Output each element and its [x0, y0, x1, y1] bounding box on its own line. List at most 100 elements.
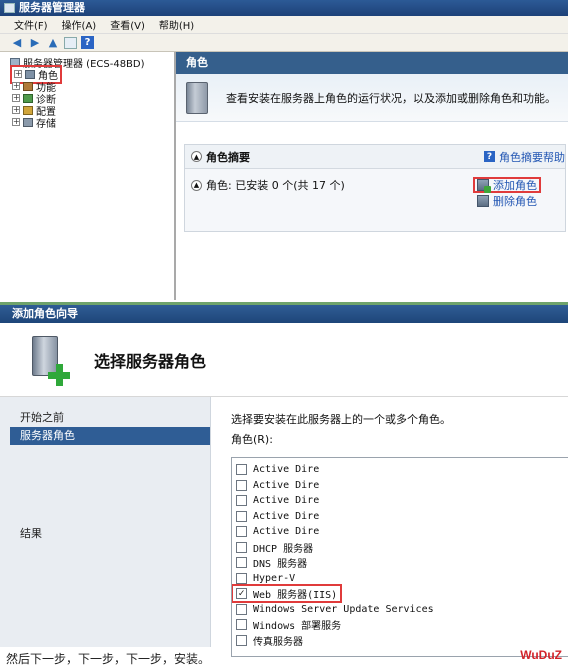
role-item[interactable]: DNS 服务器: [236, 555, 568, 571]
role-checkbox[interactable]: [236, 526, 247, 538]
panel-description: 查看安装在服务器上角色的运行状况，以及添加或删除角色和功能。: [176, 74, 568, 122]
role-label: Hyper-V: [253, 572, 296, 584]
server-manager-app-icon: [4, 3, 15, 13]
collapse-icon[interactable]: ▲: [191, 151, 202, 162]
step-results[interactable]: 结果: [20, 525, 210, 543]
role-item[interactable]: Active Dire: [236, 478, 568, 494]
role-item[interactable]: Active Dire: [236, 509, 568, 525]
toolbar: ◀ ▶ ▲ ?: [0, 34, 568, 52]
help-link-label: 角色摘要帮助: [499, 150, 565, 164]
role-checkbox[interactable]: [236, 557, 247, 569]
role-label: Active Dire: [253, 464, 320, 476]
iis-highlight-box: ✓ Web 服务器(IIS): [232, 584, 343, 604]
role-item[interactable]: Active Dire: [236, 493, 568, 509]
role-label: DHCP 服务器: [253, 543, 314, 555]
menu-help[interactable]: 帮助(H): [159, 17, 194, 32]
wizard-banner: 选择服务器角色: [0, 323, 568, 397]
roles-panel: 角色 查看安装在服务器上角色的运行状况，以及添加或删除角色和功能。 ▲ 角色摘要…: [176, 52, 568, 300]
console-tree-icon[interactable]: [64, 36, 77, 49]
panel-title: 角色: [176, 52, 568, 74]
step-placeholder: [20, 485, 210, 525]
role-checkbox[interactable]: [236, 510, 247, 522]
role-checkbox[interactable]: [236, 603, 247, 615]
wizard-heading: 选择服务器角色: [94, 351, 207, 371]
role-item[interactable]: 传真服务器: [236, 633, 568, 649]
back-icon[interactable]: ◀: [10, 36, 24, 50]
description-text: 查看安装在服务器上角色的运行状况，以及添加或删除角色和功能。: [226, 91, 556, 105]
role-label: Active Dire: [253, 479, 320, 491]
brand-logo: WuDuZ: [520, 648, 562, 662]
roles-checklist: Active Dire Active Dire Active Dire Acti…: [231, 457, 568, 657]
expand-icon[interactable]: +: [12, 106, 20, 114]
role-label: Web 服务器(IIS): [253, 590, 338, 602]
help-icon: ?: [484, 151, 495, 162]
expand-icon[interactable]: +: [12, 118, 20, 126]
role-item[interactable]: Active Dire: [236, 462, 568, 478]
role-label: 传真服务器: [253, 636, 303, 648]
roles-count-text: 角色: 已安装 0 个(共 17 个): [206, 179, 345, 192]
role-checkbox[interactable]: [236, 541, 247, 553]
features-icon: [23, 81, 33, 91]
menu-action[interactable]: 操作(A): [62, 17, 97, 32]
help-icon[interactable]: ?: [81, 36, 94, 49]
diagnostics-icon: [23, 93, 33, 103]
summary-title: 角色摘要: [206, 150, 250, 164]
expand-icon[interactable]: +: [12, 94, 20, 102]
role-label: Active Dire: [253, 495, 320, 507]
role-item-web-server-iis[interactable]: ✓ Web 服务器(IIS): [232, 584, 568, 604]
remove-role-icon: [477, 195, 489, 207]
role-item[interactable]: DHCP 服务器: [236, 540, 568, 556]
caption-text: 然后下一步，下一步，下一步，安装。: [6, 652, 211, 666]
server-icon: [186, 81, 208, 114]
step-server-roles[interactable]: 服务器角色: [10, 427, 210, 445]
role-label: Active Dire: [253, 526, 320, 538]
roles-summary-help-link[interactable]: ? 角色摘要帮助: [484, 149, 565, 165]
role-checkbox[interactable]: [236, 464, 247, 476]
configuration-icon: [23, 105, 33, 115]
role-checkbox[interactable]: [236, 634, 247, 646]
menu-view[interactable]: 查看(V): [110, 17, 145, 32]
menu-file[interactable]: 文件(F): [14, 17, 48, 32]
roles-label: 角色(R):: [231, 433, 273, 446]
add-server-role-icon: [28, 334, 72, 386]
storage-icon: [23, 117, 33, 127]
tree-item-storage[interactable]: + 存储: [10, 116, 174, 130]
wizard-title: 添加角色向导: [0, 305, 568, 323]
roles-summary-section: ▲ 角色摘要 ? 角色摘要帮助 ▲ 角色: 已安装 0 个(共 17 个) 添加…: [184, 144, 566, 232]
remove-roles-link[interactable]: 删除角色: [477, 193, 541, 209]
role-item[interactable]: Windows 部署服务: [236, 617, 568, 633]
add-roles-link[interactable]: 添加角色: [473, 177, 541, 193]
tree-item-diagnostics[interactable]: + 诊断: [10, 92, 174, 106]
roles-summary-header: ▲ 角色摘要 ? 角色摘要帮助: [185, 145, 565, 169]
expand-icon[interactable]: +: [12, 82, 20, 90]
role-checkbox[interactable]: [236, 479, 247, 491]
role-checkbox-checked[interactable]: ✓: [236, 588, 247, 600]
role-checkbox[interactable]: [236, 619, 247, 631]
role-actions: 添加角色 删除角色: [473, 177, 541, 209]
server-manager-title-bar: 服务器管理器: [0, 0, 568, 16]
forward-icon[interactable]: ▶: [28, 36, 42, 50]
role-label: Windows 部署服务: [253, 621, 342, 633]
wizard-steps: 开始之前 服务器角色 结果: [0, 397, 211, 647]
tree-item-roles[interactable]: + 角色: [10, 64, 174, 84]
role-item[interactable]: Active Dire: [236, 524, 568, 540]
step-before-you-begin[interactable]: 开始之前: [20, 409, 210, 427]
up-folder-icon[interactable]: ▲: [46, 36, 60, 50]
role-checkbox[interactable]: [236, 495, 247, 507]
expand-icon[interactable]: +: [14, 70, 22, 78]
step-placeholder: [20, 445, 210, 485]
server-manager-title: 服务器管理器: [19, 1, 85, 14]
add-roles-wizard: 添加角色向导 选择服务器角色 开始之前 服务器角色 结果 选择要安装在此服务器上…: [0, 302, 568, 657]
navigation-tree: 服务器管理器 (ECS-48BD) + 角色 + 功能 + 诊断 + 配置 + …: [0, 52, 176, 300]
role-label: Windows Server Update Services: [253, 603, 434, 615]
roles-icon: [25, 69, 35, 79]
wizard-content: 选择要安装在此服务器上的一个或多个角色。 角色(R): Active Dire …: [211, 397, 568, 657]
tree-item-configuration[interactable]: + 配置: [10, 104, 174, 118]
tree-item-label: 存储: [36, 118, 56, 130]
role-checkbox[interactable]: [236, 572, 247, 584]
role-label: DNS 服务器: [253, 559, 308, 571]
role-item[interactable]: Windows Server Update Services: [236, 602, 568, 618]
role-label: Active Dire: [253, 510, 320, 522]
collapse-icon[interactable]: ▲: [191, 179, 202, 191]
remove-roles-label: 删除角色: [493, 195, 537, 208]
